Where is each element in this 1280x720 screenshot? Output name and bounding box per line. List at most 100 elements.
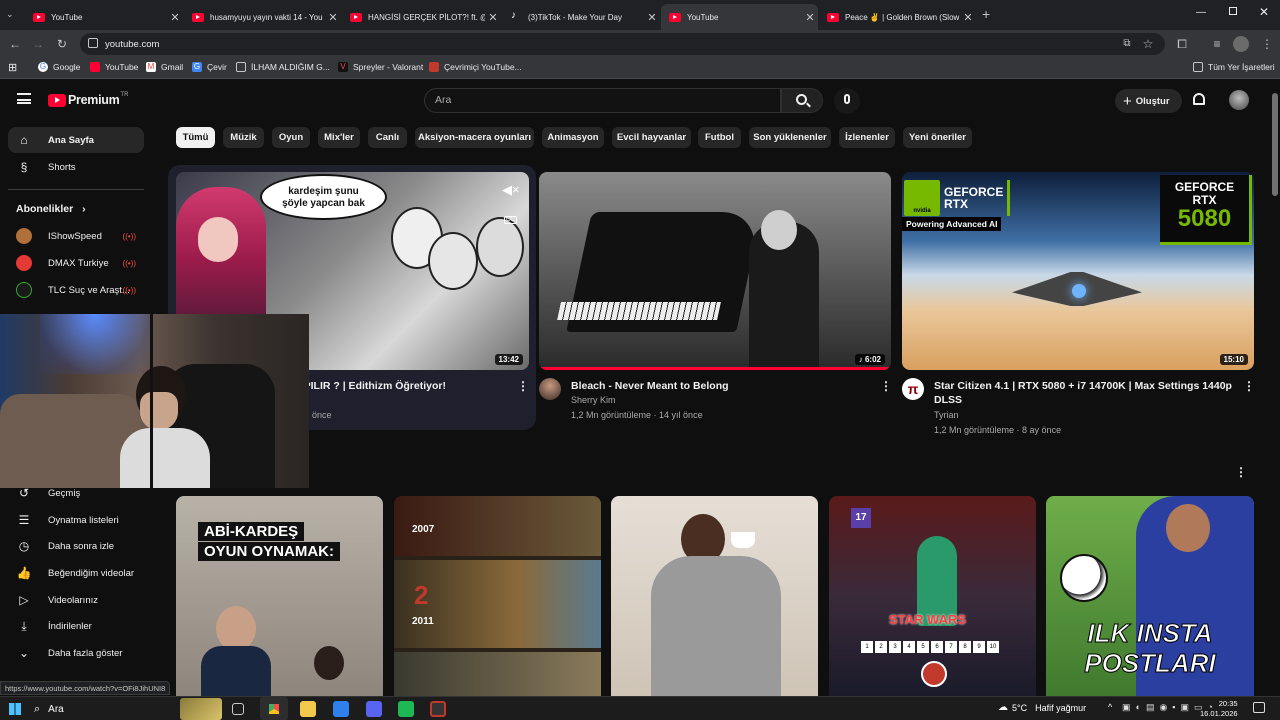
search-button[interactable] (781, 88, 823, 113)
restore-button[interactable] (1229, 7, 1237, 15)
reload-icon[interactable]: ↻ (53, 35, 71, 53)
install-app-icon[interactable]: ⧉ (1118, 35, 1136, 53)
close-tab-icon[interactable]: ✕ (960, 11, 976, 24)
browser-tab[interactable]: husamyuyu yayın vakti 14 - You ✕ (184, 4, 341, 30)
video-title[interactable]: YAPILIR ? | Edithizm Öğretiyor! (290, 379, 446, 393)
close-tab-icon[interactable]: ✕ (325, 11, 341, 24)
sidebar-item-watch-later[interactable]: ◷ Daha sonra izle (8, 533, 144, 559)
account-avatar[interactable] (1229, 90, 1249, 110)
browser-tab[interactable]: Peace ✌ | Golden Brown (Slow ✕ (819, 4, 976, 30)
video-thumbnail[interactable]: nvidia GEFORCE RTX Powering Advanced AI … (902, 172, 1254, 370)
notification-center-icon[interactable] (1253, 702, 1265, 713)
channel-name[interactable]: Sherry Kim (571, 395, 616, 405)
filter-chip[interactable]: İzlenenler (839, 127, 895, 148)
tray-chevron-icon[interactable]: ^ (1108, 702, 1112, 712)
sidebar-item-liked-videos[interactable]: 👍 Beğendiğim videolar (8, 560, 144, 586)
all-bookmarks[interactable]: Tüm Yer İşaretleri (1193, 62, 1275, 72)
steam-icon[interactable] (430, 701, 446, 717)
video-thumbnail[interactable] (611, 496, 818, 696)
windows-start-icon[interactable] (9, 703, 21, 715)
cc-icon[interactable]: CC (504, 216, 517, 224)
file-explorer-icon[interactable] (300, 701, 316, 717)
filter-chip[interactable]: Oyun (272, 127, 310, 148)
video-thumbnail[interactable]: ILK INSTA POSTLARI (1046, 496, 1254, 696)
forward-icon[interactable]: → (29, 35, 47, 53)
sidebar-channel-dmax[interactable]: DMAX Turkiye ((•)) (8, 250, 144, 276)
profile-avatar[interactable] (1233, 36, 1249, 52)
filter-chip[interactable]: Canlı (368, 127, 407, 148)
discord-icon[interactable] (366, 701, 382, 717)
close-tab-icon[interactable]: ✕ (485, 11, 501, 24)
back-icon[interactable]: ← (6, 35, 24, 53)
close-tab-icon[interactable]: ✕ (802, 11, 818, 24)
create-button[interactable]: + Oluştur (1115, 89, 1182, 113)
filter-chip[interactable]: Animasyon (542, 127, 604, 148)
sidebar-item-shorts[interactable]: § Shorts (8, 154, 144, 180)
notifications-bell-icon[interactable] (1193, 93, 1205, 105)
voice-search-button[interactable] (834, 88, 860, 114)
close-tab-icon[interactable]: ✕ (167, 11, 183, 24)
filter-chip[interactable]: Evcil hayvanlar (612, 127, 691, 148)
bookmark-google[interactable]: G Google (38, 62, 80, 72)
task-view-icon[interactable] (232, 703, 244, 715)
spotify-icon[interactable] (398, 701, 414, 717)
sidebar-item-your-videos[interactable]: ▷ Videolarınız (8, 587, 144, 613)
browser-tab[interactable]: YouTube ✕ (661, 4, 818, 30)
chrome-menu-icon[interactable]: ⋮ (1258, 35, 1276, 53)
channel-name[interactable]: Tyrian (934, 410, 959, 420)
bookmark-youtube[interactable]: YouTube (90, 62, 138, 72)
bookmark-translate[interactable]: G Çevir (192, 62, 227, 72)
bookmark-online-youtube[interactable]: Çevrimiçi YouTube... (429, 62, 522, 72)
youtube-logo[interactable]: Premium TR (48, 92, 128, 107)
filter-chip[interactable]: Tümü (176, 127, 215, 148)
minimize-button[interactable]: — (1196, 7, 1206, 18)
filter-chip[interactable]: Müzik (223, 127, 264, 148)
filter-chip[interactable]: Son yüklenenler (749, 127, 831, 148)
page-scrollbar[interactable] (1272, 93, 1278, 196)
bookmark-star-icon[interactable]: ☆ (1139, 35, 1157, 53)
video-thumbnail[interactable]: 17 STAR WARS 1 2 3 4 5 6 7 8 9 10 (829, 496, 1036, 696)
sidebar-item-home[interactable]: ⌂ Ana Sayfa (8, 127, 144, 153)
close-tab-icon[interactable]: ✕ (644, 11, 660, 24)
sidebar-item-downloads[interactable]: ⤓ İndirilenler (8, 613, 144, 639)
bookmark-gmail[interactable]: M Gmail (146, 62, 183, 72)
address-bar[interactable]: youtube.com (80, 33, 1165, 55)
browser-tab[interactable]: (3)TikTok - Make Your Day ✕ (502, 4, 660, 30)
weather-widget[interactable]: ☁ 5°C Hafif yağmur (998, 702, 1086, 713)
filter-chip[interactable]: Futbol (698, 127, 741, 148)
media-controls-icon[interactable]: ≡ (1208, 35, 1226, 53)
sidebar-channel-tlc[interactable]: TLC Suç ve Araşt... ((•)) (8, 277, 144, 303)
video-menu-icon[interactable]: ⋮ (1243, 379, 1255, 393)
section-menu-icon[interactable]: ⋮ (1235, 465, 1247, 479)
subscriptions-heading[interactable]: Abonelikler › (16, 203, 86, 215)
video-menu-icon[interactable]: ⋮ (880, 379, 892, 393)
filter-chip[interactable]: Aksiyon-macera oyunları (415, 127, 534, 148)
browser-tab[interactable]: YouTube ✕ (25, 4, 183, 30)
menu-hamburger-icon[interactable] (17, 93, 31, 104)
video-thumbnail[interactable]: 2007 2 2011 (394, 496, 601, 696)
channel-avatar[interactable] (539, 378, 561, 400)
bookmark-valorant[interactable]: V Spreyler - Valorant (338, 62, 423, 72)
clock[interactable]: 20:35 16.01.2026 (1200, 699, 1238, 719)
app-icon[interactable] (333, 701, 349, 717)
apps-grid-icon[interactable]: ⊞ (8, 61, 17, 74)
search-input[interactable]: Ara (424, 88, 781, 113)
close-window-button[interactable]: ✕ (1259, 5, 1269, 19)
video-title[interactable]: Bleach - Never Meant to Belong (571, 379, 729, 393)
filter-chip[interactable]: Yeni öneriler (903, 127, 972, 148)
extensions-icon[interactable]: ⧠ (1173, 35, 1191, 53)
site-info-icon[interactable] (88, 38, 98, 48)
filter-chip[interactable]: Mix'ler (318, 127, 360, 148)
new-tab-button[interactable]: + (982, 6, 990, 22)
sidebar-item-playlists[interactable]: ☰ Oynatma listeleri (8, 507, 144, 533)
tab-search-icon[interactable]: ⌄ (6, 9, 18, 21)
video-thumbnail[interactable]: ABİ-KARDEŞ OYUN OYNAMAK: (176, 496, 383, 696)
sidebar-channel-ishowspeed[interactable]: IShowSpeed ((•)) (8, 223, 144, 249)
bookmark-folder[interactable]: İLHAM ALDIĞIM G... (236, 62, 330, 72)
video-title[interactable]: Star Citizen 4.1 | RTX 5080 + i7 14700K … (934, 379, 1234, 407)
video-menu-icon[interactable]: ⋮ (517, 379, 529, 393)
sidebar-item-chevron-down[interactable]: ⌄ Daha fazla göster (8, 640, 144, 666)
video-thumbnail[interactable]: ♪ 6:02 (539, 172, 891, 370)
browser-tab[interactable]: HANGİSİ GERÇEK PİLOT?! ft. @ ✕ (342, 4, 501, 30)
mute-icon[interactable]: ◀× (502, 182, 520, 198)
